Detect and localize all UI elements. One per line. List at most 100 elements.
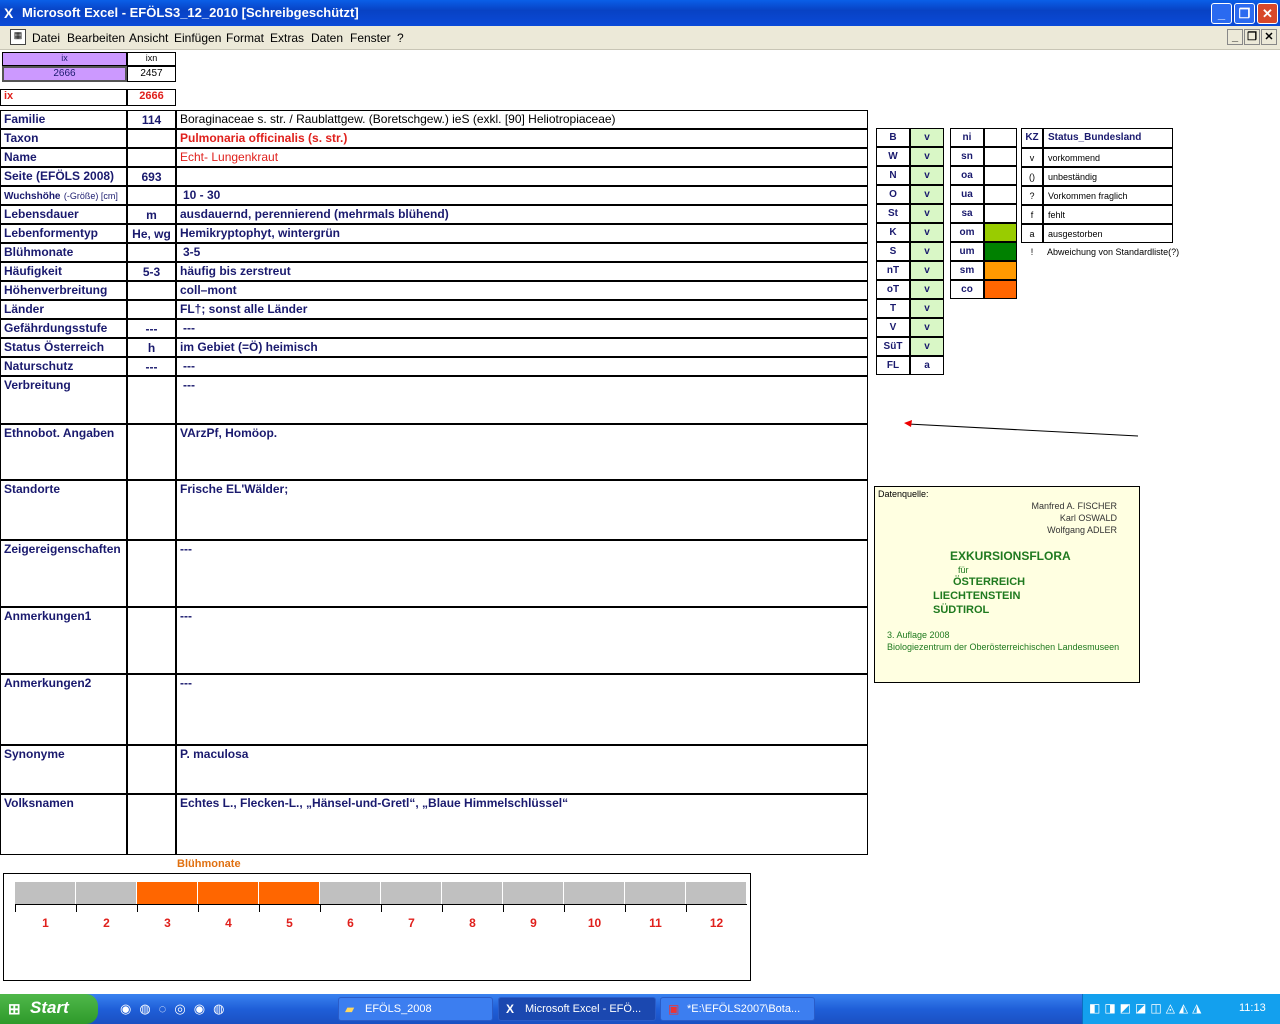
row-code[interactable] bbox=[127, 674, 176, 745]
row-value[interactable]: VArzPf, Homöop. bbox=[176, 424, 868, 480]
ix-value-cell[interactable]: 2666 bbox=[2, 66, 127, 82]
state-value[interactable]: v bbox=[910, 185, 944, 204]
row-label[interactable]: Synonyme bbox=[0, 745, 127, 794]
row-label[interactable]: Häufigkeit bbox=[0, 262, 127, 281]
row-value[interactable]: im Gebiet (=Ö) heimisch bbox=[176, 338, 868, 357]
row-value[interactable]: Echtes L., Flecken-L., „Hänsel-und-Gretl… bbox=[176, 794, 868, 855]
row-value[interactable]: Frische EL'Wälder; bbox=[176, 480, 868, 540]
row-code[interactable]: --- bbox=[127, 319, 176, 338]
row-code[interactable] bbox=[127, 794, 176, 855]
menu-einfuegen[interactable]: Einfügen bbox=[174, 31, 221, 45]
row-label[interactable]: Blühmonate bbox=[0, 243, 127, 262]
altitude-color-cell[interactable] bbox=[984, 166, 1017, 185]
ixn-value-cell[interactable]: 2457 bbox=[127, 66, 176, 82]
state-value[interactable]: v bbox=[910, 318, 944, 337]
quick-launch-icons[interactable]: ◉◍◌◎◉◍ bbox=[120, 1001, 232, 1017]
menu-daten[interactable]: Daten bbox=[311, 31, 343, 45]
row-value[interactable]: häufig bis zerstreut bbox=[176, 262, 868, 281]
row-value[interactable]: --- bbox=[176, 607, 868, 674]
state-value[interactable]: v bbox=[910, 242, 944, 261]
taskbar-item-efoels[interactable]: ▰ EFÖLS_2008 bbox=[338, 997, 493, 1021]
row-value[interactable]: P. maculosa bbox=[176, 745, 868, 794]
row-value[interactable]: --- bbox=[176, 674, 868, 745]
row-label[interactable]: Gefährdungsstufe bbox=[0, 319, 127, 338]
altitude-color-cell[interactable] bbox=[984, 128, 1017, 147]
altitude-color-cell[interactable] bbox=[984, 204, 1017, 223]
altitude-color-cell[interactable] bbox=[984, 242, 1017, 261]
state-value[interactable]: v bbox=[910, 261, 944, 280]
row-code[interactable] bbox=[127, 424, 176, 480]
state-value[interactable]: v bbox=[910, 337, 944, 356]
worksheet[interactable]: ix ixn 2666 2457 ix 2666 Familie 114 Borag… bbox=[0, 50, 1280, 990]
row-value[interactable]: --- bbox=[176, 319, 868, 338]
row-code[interactable] bbox=[127, 186, 176, 205]
row-code[interactable] bbox=[127, 745, 176, 794]
menu-ansicht[interactable]: Ansicht bbox=[129, 31, 168, 45]
start-button[interactable]: ⊞ Start bbox=[0, 994, 98, 1024]
taskbar-item-file[interactable]: ▣ *E:\EFÖLS2007\Bota... bbox=[660, 997, 815, 1021]
state-value[interactable]: v bbox=[910, 128, 944, 147]
row-label[interactable]: Lebensdauer bbox=[0, 205, 127, 224]
row-label[interactable]: Lebenformentyp bbox=[0, 224, 127, 243]
row-value[interactable]: --- bbox=[176, 540, 868, 607]
row-value[interactable]: --- bbox=[176, 376, 868, 424]
row-label[interactable]: Taxon bbox=[0, 129, 127, 148]
state-value[interactable]: v bbox=[910, 299, 944, 318]
row-label[interactable]: Ethnobot. Angaben bbox=[0, 424, 127, 480]
maximize-button[interactable]: ❐ bbox=[1234, 3, 1255, 24]
row-value[interactable]: 10 - 30 bbox=[176, 186, 868, 205]
row-value[interactable]: --- bbox=[176, 357, 868, 376]
row-code[interactable]: m bbox=[127, 205, 176, 224]
row-code[interactable] bbox=[127, 540, 176, 607]
row-code[interactable] bbox=[127, 281, 176, 300]
doc-minimize-icon[interactable]: _ bbox=[1227, 29, 1243, 45]
row-value[interactable]: Boraginaceae s. str. / Raublattgew. (Bor… bbox=[176, 110, 868, 129]
state-value[interactable]: v bbox=[910, 147, 944, 166]
state-value[interactable]: v bbox=[910, 166, 944, 185]
document-icon[interactable]: ▦ bbox=[10, 29, 26, 45]
row-value[interactable]: Pulmonaria officinalis (s. str.) bbox=[176, 129, 868, 148]
altitude-color-cell[interactable] bbox=[984, 223, 1017, 242]
row-label[interactable]: Höhenverbreitung bbox=[0, 281, 127, 300]
row-label[interactable]: Anmerkungen2 bbox=[0, 674, 127, 745]
doc-close-icon[interactable]: ✕ bbox=[1261, 29, 1277, 45]
row-code[interactable] bbox=[127, 376, 176, 424]
row-value[interactable]: 3-5 bbox=[176, 243, 868, 262]
row-label[interactable]: Zeigereigenschaften bbox=[0, 540, 127, 607]
data-source-comment[interactable]: Datenquelle: Manfred A. FISCHER Karl OSW… bbox=[874, 486, 1140, 683]
row-code[interactable] bbox=[127, 300, 176, 319]
menu-format[interactable]: Format bbox=[226, 31, 264, 45]
menu-extras[interactable]: Extras bbox=[270, 31, 304, 45]
row-label[interactable]: Wuchshöhe (-Größe) [cm] bbox=[0, 186, 127, 205]
state-value[interactable]: v bbox=[910, 223, 944, 242]
row-label[interactable]: Länder bbox=[0, 300, 127, 319]
row-code[interactable] bbox=[127, 148, 176, 167]
row-code[interactable]: --- bbox=[127, 357, 176, 376]
row-label[interactable]: Seite (EFÖLS 2008) bbox=[0, 167, 127, 186]
row-label[interactable]: Volksnamen bbox=[0, 794, 127, 855]
menu-datei[interactable]: Datei bbox=[32, 31, 60, 45]
row-value[interactable]: ausdauernd, perennierend (mehrmals blühe… bbox=[176, 205, 868, 224]
altitude-color-cell[interactable] bbox=[984, 147, 1017, 166]
row-code[interactable] bbox=[127, 243, 176, 262]
row-value[interactable]: coll–mont bbox=[176, 281, 868, 300]
row-code[interactable] bbox=[127, 607, 176, 674]
row-code[interactable]: He, wg bbox=[127, 224, 176, 243]
row-code[interactable] bbox=[127, 480, 176, 540]
row-label[interactable]: Verbreitung bbox=[0, 376, 127, 424]
row-label[interactable]: Familie bbox=[0, 110, 127, 129]
state-value[interactable]: v bbox=[910, 280, 944, 299]
row-value[interactable] bbox=[176, 167, 868, 186]
row-value[interactable]: Echt- Lungenkraut bbox=[176, 148, 868, 167]
row-code[interactable]: 114 bbox=[127, 110, 176, 129]
row-label[interactable]: Naturschutz bbox=[0, 357, 127, 376]
altitude-color-cell[interactable] bbox=[984, 280, 1017, 299]
row-code[interactable]: h bbox=[127, 338, 176, 357]
row-code[interactable]: 693 bbox=[127, 167, 176, 186]
menu-bearbeiten[interactable]: Bearbeiten bbox=[67, 31, 125, 45]
close-button[interactable]: ✕ bbox=[1257, 3, 1278, 24]
menu-help[interactable]: ? bbox=[397, 31, 404, 45]
altitude-color-cell[interactable] bbox=[984, 261, 1017, 280]
doc-restore-icon[interactable]: ❐ bbox=[1244, 29, 1260, 45]
state-value[interactable]: a bbox=[910, 356, 944, 375]
